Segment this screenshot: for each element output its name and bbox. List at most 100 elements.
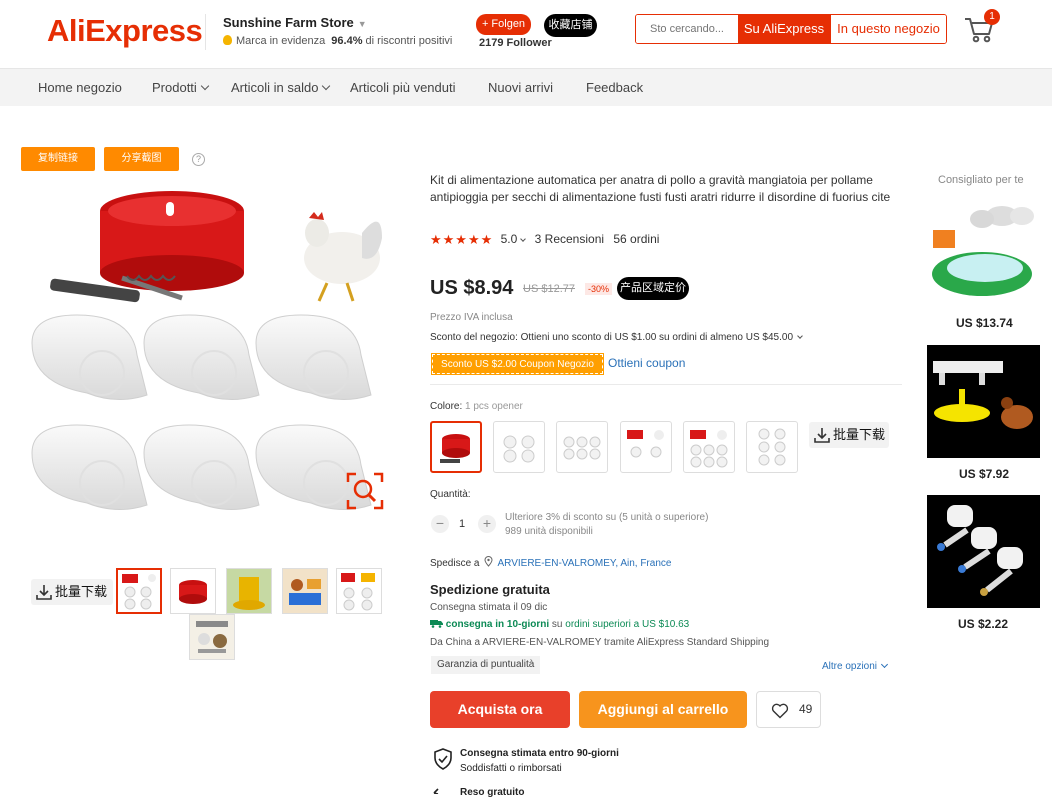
ships-to-location[interactable]: ARVIERE-EN-VALROMEY, Ain, France xyxy=(498,558,672,569)
cart-count-badge: 1 xyxy=(984,9,1000,25)
download-icon xyxy=(814,428,830,443)
store-header: AliExpress Sunshine Farm Store ▼ Marca in… xyxy=(0,0,1052,68)
quantity-info: Ulteriore 3% di sconto su (5 unità o sup… xyxy=(505,511,708,539)
wishlist-button[interactable]: 49 xyxy=(756,691,821,728)
guarantee-subtitle: Soddisfatti o rimborsati xyxy=(460,763,562,774)
location-pin-icon xyxy=(484,556,493,567)
bulk-discount-note: Ulteriore 3% di sconto su (5 unità o sup… xyxy=(505,512,709,523)
rating-value: 5.0 xyxy=(500,232,518,246)
feedback-label: di riscontri positivi xyxy=(365,35,453,47)
chevron-down-icon xyxy=(880,660,889,669)
store-discount[interactable]: Sconto del negozio: Ottieni uno sconto d… xyxy=(430,332,803,343)
recommended-title: Consigliato per te xyxy=(938,174,1024,186)
current-price: US $8.94 xyxy=(430,277,514,299)
share-screenshot-button[interactable]: 分享截图 xyxy=(104,147,179,171)
zoom-icon[interactable] xyxy=(346,472,384,510)
recommended-item-3-image[interactable] xyxy=(927,495,1040,608)
search-aliexpress-button[interactable]: Su AliExpress xyxy=(738,15,830,43)
search-store-button[interactable]: In questo negozio xyxy=(830,15,946,43)
nav-feedback[interactable]: Feedback xyxy=(586,80,643,95)
fast-threshold: ordini superiori a US $10.63 xyxy=(565,619,690,630)
shield-check-icon xyxy=(434,748,452,770)
original-price: US $12.77 xyxy=(523,283,575,295)
aliexpress-logo[interactable]: AliExpress xyxy=(47,13,203,49)
search-bar: Su AliExpress In questo negozio xyxy=(635,14,947,44)
reviews-link[interactable]: 3 Recensioni xyxy=(535,232,604,246)
ships-to: Spedisce a ARVIERE-EN-VALROMEY, Ain, Fra… xyxy=(430,556,672,569)
followers-count: 2179 Follower xyxy=(479,37,552,49)
recommended-item-2-image[interactable] xyxy=(927,345,1040,458)
store-coupon[interactable]: Sconto US $2.00 Coupon Negozio xyxy=(431,353,604,375)
more-shipping-options[interactable]: Altre opzioni xyxy=(822,660,889,672)
return-icon xyxy=(433,788,439,794)
free-shipping: Spedizione gratuita xyxy=(430,582,550,597)
rating-stars: ★★★★★ xyxy=(430,232,494,247)
chevron-down-icon xyxy=(322,81,331,91)
download-icon xyxy=(36,585,52,600)
nav-home[interactable]: Home negozio xyxy=(38,80,122,95)
truck-icon xyxy=(430,620,443,628)
shipping-route: Da China a ARVIERE-EN-VALROMEY tramite A… xyxy=(430,637,770,648)
search-input[interactable] xyxy=(636,15,738,43)
get-coupon-link[interactable]: Ottieni coupon xyxy=(608,356,685,370)
color-value: 1 pcs opener xyxy=(465,401,523,412)
header-divider xyxy=(205,14,206,50)
store-name[interactable]: Sunshine Farm Store ▼ xyxy=(223,15,367,30)
orders-count: 56 ordini xyxy=(613,232,660,246)
help-icon[interactable]: ? xyxy=(192,153,205,166)
wishlist-count: 49 xyxy=(799,702,813,716)
bulk-download-images-button[interactable]: 批量下载 xyxy=(31,579,113,605)
delivery-estimate: Consegna stimata il 09 dic xyxy=(430,602,548,613)
feedback-percent: 96.4% xyxy=(331,35,363,47)
guarantee: Consegna stimata entro 90-giorni Soddisf… xyxy=(460,746,619,776)
quantity-decrease-button[interactable]: − xyxy=(431,515,449,533)
nav-new-arrivals[interactable]: Nuovi arrivi xyxy=(488,80,553,95)
follow-button[interactable]: + Folgen xyxy=(476,14,531,35)
color-option-2[interactable] xyxy=(493,421,545,473)
gallery-thumb-1[interactable] xyxy=(116,568,162,614)
recommended-item-2-price: US $7.92 xyxy=(959,467,1010,481)
stock-available: 989 unità disponibili xyxy=(505,526,593,537)
store-badge: Marca in evidenza xyxy=(236,35,326,47)
color-option-6[interactable] xyxy=(746,421,798,473)
buy-now-button[interactable]: Acquista ora xyxy=(430,691,570,728)
discount-badge: -30% xyxy=(585,283,613,295)
copy-link-button[interactable]: 复制链接 xyxy=(21,147,95,171)
nav-products[interactable]: Prodotti xyxy=(152,80,210,95)
gallery-thumb-6[interactable] xyxy=(189,614,235,660)
color-option-5[interactable] xyxy=(683,421,735,473)
chevron-down-icon xyxy=(797,333,803,339)
store-nav: Home negozio Prodotti Articoli in saldo … xyxy=(0,68,1052,106)
color-option-opener[interactable] xyxy=(430,421,482,473)
punctuality-badge: Garanzia di puntualità xyxy=(431,656,541,674)
vat-note: Prezzo IVA inclusa xyxy=(430,312,513,323)
guarantee-title: Consegna stimata entro 90-giorni xyxy=(460,748,619,759)
color-option-3[interactable] xyxy=(556,421,608,473)
gallery-thumb-3[interactable] xyxy=(226,568,272,614)
quantity-value[interactable]: 1 xyxy=(459,518,465,530)
section-divider xyxy=(430,384,902,385)
quantity-label: Quantità: xyxy=(430,489,471,500)
heart-icon xyxy=(771,703,789,719)
nav-sale[interactable]: Articoli in saldo xyxy=(231,80,331,95)
color-option-4[interactable] xyxy=(620,421,672,473)
recommended-item-1-price: US $13.74 xyxy=(956,316,1013,330)
favorite-store-button[interactable]: 收藏店铺 xyxy=(544,14,597,37)
product-title: Kit di alimentazione automatica per anat… xyxy=(430,173,891,204)
nav-bestsellers[interactable]: Articoli più venduti xyxy=(350,80,456,95)
caret-down-icon: ▼ xyxy=(357,19,367,29)
product-rating: ★★★★★ 5.0 3 Recensioni 56 ordini xyxy=(430,232,659,248)
regional-pricing-button[interactable]: 产品区域定价 xyxy=(617,277,689,300)
chevron-down-icon xyxy=(200,81,210,91)
quantity-increase-button[interactable]: + xyxy=(478,515,496,533)
fast-delivery: consegna in 10-giorni su ordini superior… xyxy=(430,619,689,630)
gallery-thumb-5[interactable] xyxy=(336,568,382,614)
bulk-download-sku-button[interactable]: 批量下载 xyxy=(809,422,889,448)
gallery-thumb-4[interactable] xyxy=(282,568,328,614)
gallery-thumb-2[interactable] xyxy=(170,568,216,614)
store-stats: Marca in evidenza 96.4% di riscontri posi… xyxy=(223,35,452,47)
recommended-item-3-price: US $2.22 xyxy=(958,617,1009,631)
chevron-down-icon[interactable] xyxy=(520,236,527,242)
recommended-item-1-image[interactable] xyxy=(927,194,1040,307)
add-to-cart-button[interactable]: Aggiungi al carrello xyxy=(579,691,747,728)
